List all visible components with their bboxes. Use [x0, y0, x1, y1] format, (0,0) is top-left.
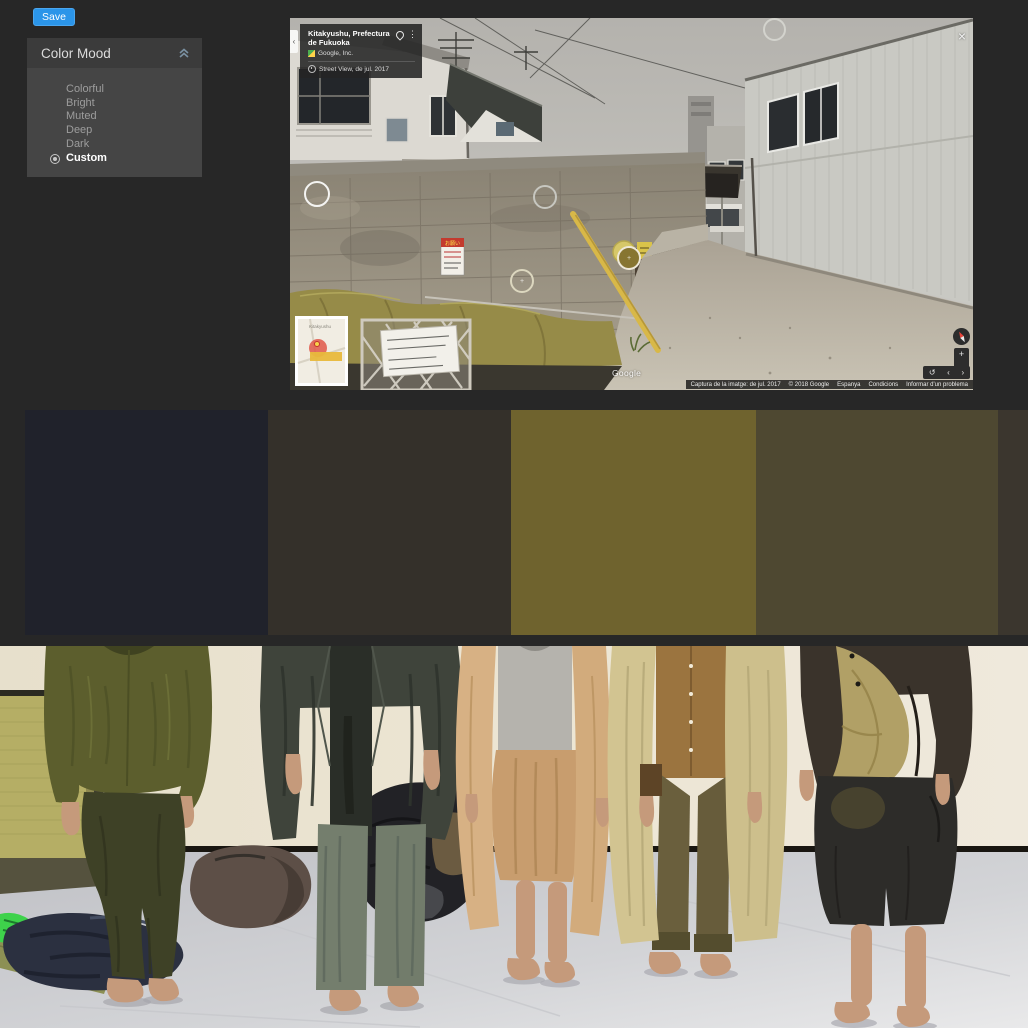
color-picker-handle-4[interactable]: + [510, 269, 534, 293]
color-picker-handle-3[interactable] [533, 185, 557, 209]
color-mood-list: Colorful BrightMuted Deep Dark Custom [27, 68, 202, 177]
clock-icon [308, 65, 316, 73]
color-mood-title: Color Mood [41, 46, 178, 61]
color-mood-option-custom[interactable]: Custom [27, 152, 202, 166]
color-mood-option-label: Colorful [66, 83, 104, 95]
collapse-chevron-icon[interactable] [178, 48, 190, 58]
close-icon[interactable]: × [958, 29, 966, 43]
rotate-ccw-icon[interactable]: ↺ [929, 368, 936, 377]
street-view-minimap[interactable]: Kitakyushu [295, 316, 348, 386]
palette-swatch-3[interactable] [511, 410, 756, 635]
palette-swatch-1[interactable] [25, 410, 268, 635]
image-capture-date: Captura de la imatge: de jul. 2017 [691, 382, 781, 388]
svg-text:お願い: お願い [445, 240, 460, 247]
color-mood-option-label: Deep [66, 124, 92, 136]
region-label: Espanya [837, 382, 860, 388]
zoom-in-button[interactable]: + [954, 348, 969, 361]
palette-swatch-4[interactable] [756, 410, 998, 635]
save-button[interactable]: Save [33, 8, 75, 26]
google-logo-icon [308, 50, 315, 57]
color-mood-option-deep[interactable]: Deep [27, 124, 202, 138]
map-pin-icon[interactable] [394, 29, 405, 40]
terms-link[interactable]: Condicions [868, 382, 898, 388]
fashion-photo [0, 646, 1028, 1028]
source-label: Google, Inc. [318, 50, 353, 57]
report-problem-link[interactable]: Informar d'un problema [906, 382, 968, 388]
capture-date-label: Street View, de jul. 2017 [319, 66, 389, 73]
palette-swatch-5[interactable] [998, 410, 1028, 635]
color-mood-option-label: Bright [66, 97, 95, 109]
overflow-menu-icon[interactable]: ⋮ [408, 30, 417, 39]
pan-left-icon[interactable]: ‹ [947, 368, 950, 377]
color-mood-panel: Color Mood Colorful BrightMuted Deep Dark Cu… [27, 38, 202, 177]
street-view-panel[interactable]: お願い 白川駐車場 新和商事㈱ ☎0948-22-0844 [290, 18, 973, 390]
attribution-bar: Captura de la imatge: de jul. 2017 © 2018… [686, 380, 973, 389]
color-mood-option-dark[interactable]: Dark [27, 138, 202, 152]
color-picker-handle-2[interactable] [304, 181, 330, 207]
color-mood-option-bright[interactable]: Bright [27, 97, 202, 111]
google-watermark: Google [612, 368, 641, 378]
color-mood-option-colorful[interactable]: Colorful [27, 83, 202, 97]
svg-text:Kitakyushu: Kitakyushu [309, 324, 332, 329]
warning-sign: お願い [441, 238, 464, 275]
collapse-side-tab[interactable]: ‹ [290, 30, 298, 53]
color-mood-option-label: Custom [66, 152, 107, 164]
color-picker-handle-5[interactable]: + [617, 246, 641, 270]
google-copyright: © 2018 Google [789, 382, 829, 388]
palette-strip [25, 410, 1028, 635]
color-mood-option-label: Muted [66, 110, 97, 122]
palette-swatch-2[interactable] [268, 410, 511, 635]
street-view-info-card: Kitakyushu, Prefectura de Fukuoka Google… [300, 24, 422, 78]
color-picker-handle-1[interactable] [763, 18, 786, 41]
pan-right-icon[interactable]: › [961, 368, 964, 377]
rotate-pan-control[interactable]: ↺ ‹ › [923, 366, 970, 379]
radio-selected-icon [50, 154, 60, 164]
color-mood-option-muted[interactable]: Muted [27, 110, 202, 124]
color-mood-option-label: Dark [66, 138, 89, 150]
color-mood-header[interactable]: Color Mood [27, 38, 202, 68]
compass-control[interactable] [953, 328, 970, 345]
